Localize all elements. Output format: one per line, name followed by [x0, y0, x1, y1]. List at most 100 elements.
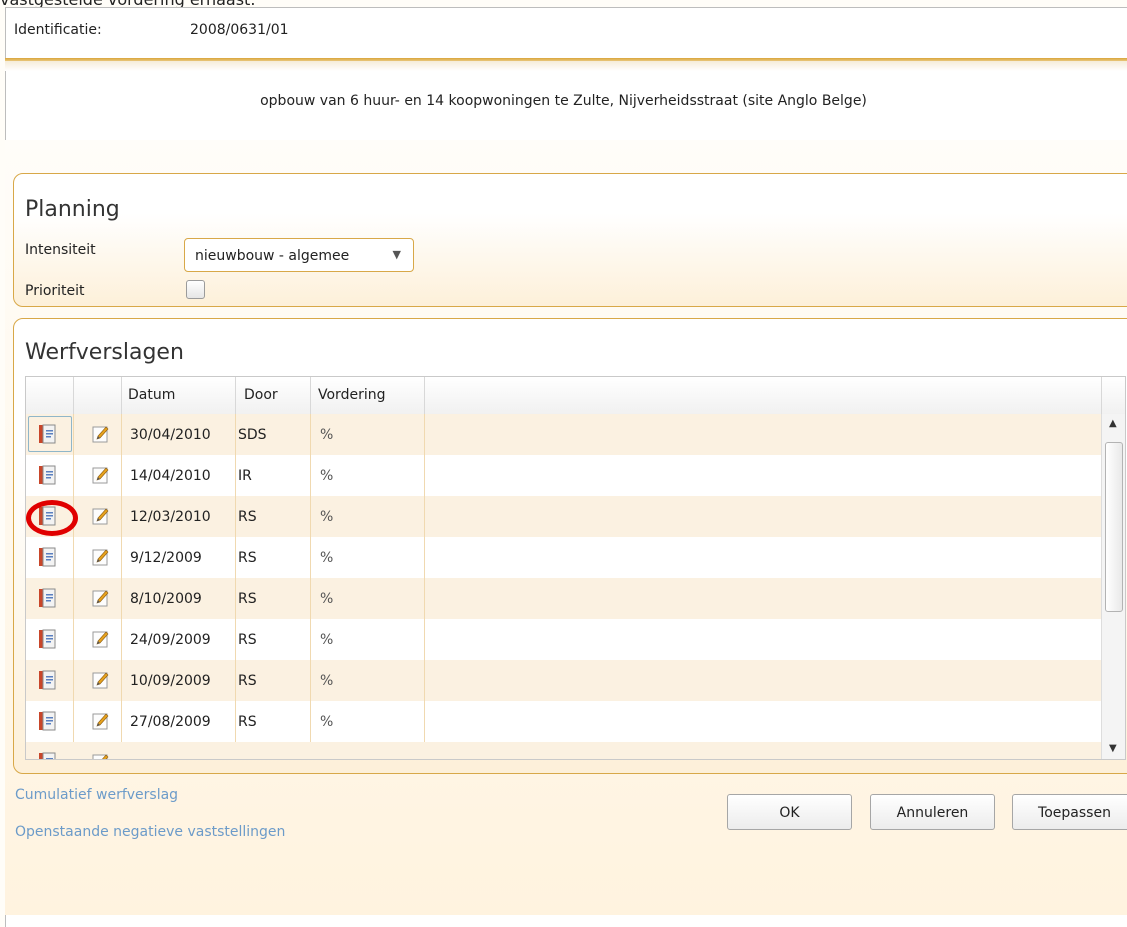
toepassen-button[interactable]: Toepassen	[1012, 794, 1127, 830]
intensiteit-value: nieuwbouw - algemee	[195, 248, 350, 264]
scroll-thumb[interactable]	[1105, 442, 1123, 612]
edit-note-icon[interactable]	[91, 711, 110, 731]
row-separator	[73, 455, 74, 496]
row-separator	[235, 537, 236, 578]
report-book-icon[interactable]	[38, 588, 57, 608]
cell-datum: 12/03/2010	[130, 509, 211, 525]
table-row[interactable]: 12/03/2010 RS%	[26, 496, 1101, 537]
edit-note-icon[interactable]	[91, 506, 110, 526]
intensiteit-label: Intensiteit	[25, 242, 96, 258]
grid-header: Datum Door Vordering	[26, 377, 1125, 415]
report-book-icon[interactable]	[38, 711, 57, 731]
chevron-down-icon: ▼	[392, 248, 401, 261]
row-separator	[424, 660, 425, 701]
row-separator	[73, 701, 74, 742]
row-separator	[121, 578, 122, 619]
table-row[interactable]: 9/12/2009 RS%	[26, 537, 1101, 578]
cell-door: RS	[238, 714, 257, 730]
project-description: opbouw van 6 huur- en 14 koopwoningen te…	[260, 93, 867, 109]
row-separator	[121, 537, 122, 578]
cell-datum: 9/12/2009	[130, 550, 202, 566]
annuleren-button[interactable]: Annuleren	[870, 794, 995, 830]
cell-door: RS	[238, 673, 257, 689]
edit-note-icon[interactable]	[91, 752, 110, 759]
cell-vordering: %	[320, 673, 334, 689]
cell-vordering: %	[320, 468, 334, 484]
report-book-icon[interactable]	[38, 465, 57, 485]
report-book-icon[interactable]	[38, 752, 57, 759]
row-separator	[424, 578, 425, 619]
header-separator	[424, 377, 425, 414]
werfverslagen-grid: Datum Door Vordering 30/04/2010 SDS% 14/04…	[25, 376, 1126, 760]
row-separator	[235, 496, 236, 537]
row-separator	[310, 660, 311, 701]
edit-note-icon[interactable]	[91, 424, 110, 444]
werfverslagen-title: Werfverslagen	[25, 340, 184, 365]
cell-datum: 14/04/2010	[130, 468, 211, 484]
row-separator	[121, 496, 122, 537]
scroll-down-arrow-icon[interactable]: ▼	[1109, 743, 1117, 754]
edit-note-icon[interactable]	[91, 465, 110, 485]
cell-vordering: %	[320, 714, 334, 730]
edit-note-icon[interactable]	[91, 588, 110, 608]
row-separator	[424, 537, 425, 578]
header-separator	[310, 377, 311, 414]
cell-vordering: %	[320, 509, 334, 525]
cell-door: IR	[238, 468, 252, 484]
scroll-up-arrow-icon[interactable]: ▲	[1109, 418, 1117, 429]
cell-datum: 30/04/2010	[130, 427, 211, 443]
table-row[interactable]: 24/09/2009 RS%	[26, 619, 1101, 660]
report-book-icon[interactable]	[38, 424, 57, 444]
row-separator	[424, 455, 425, 496]
edit-note-icon[interactable]	[91, 629, 110, 649]
row-separator	[310, 414, 311, 455]
table-row[interactable]: 10/09/2009 RS%	[26, 660, 1101, 701]
identification-value: 2008/0631/01	[190, 22, 289, 38]
header-separator	[1101, 377, 1102, 414]
edit-note-icon[interactable]	[91, 547, 110, 567]
cell-door: RS	[238, 550, 257, 566]
row-separator	[121, 455, 122, 496]
row-separator	[121, 660, 122, 701]
intensiteit-dropdown[interactable]: nieuwbouw - algemee ▼	[184, 238, 414, 272]
row-separator	[310, 537, 311, 578]
edit-note-icon[interactable]	[91, 670, 110, 690]
cell-vordering: %	[320, 591, 334, 607]
cell-vordering: %	[320, 632, 334, 648]
cell-datum: 10/09/2009	[130, 673, 211, 689]
planning-panel	[13, 173, 1127, 307]
row-separator	[424, 701, 425, 742]
table-row[interactable]: 14/04/2010 IR%	[26, 455, 1101, 496]
header-separator	[73, 377, 74, 414]
cell-datum: 27/08/2009	[130, 714, 211, 730]
row-separator	[310, 619, 311, 660]
highlight-circle-annotation	[26, 500, 78, 536]
column-header-vordering[interactable]: Vordering	[318, 387, 385, 403]
cell-datum: 8/10/2009	[130, 591, 202, 607]
row-separator	[73, 578, 74, 619]
column-header-door[interactable]: Door	[244, 387, 278, 403]
cell-door: RS	[238, 591, 257, 607]
report-book-icon[interactable]	[38, 547, 57, 567]
table-row[interactable]	[26, 742, 1101, 759]
row-separator	[73, 619, 74, 660]
table-row[interactable]: 27/08/2009 RS%	[26, 701, 1101, 742]
prioriteit-checkbox[interactable]	[186, 280, 205, 299]
ok-button[interactable]: OK	[727, 794, 852, 830]
table-row[interactable]: 30/04/2010 SDS%	[26, 414, 1101, 455]
row-separator	[424, 496, 425, 537]
cumulatief-werfverslag-link[interactable]: Cumulatief werfverslag	[15, 787, 178, 803]
openstaande-vaststellingen-link[interactable]: Openstaande negatieve vaststellingen	[15, 824, 285, 840]
cell-door: RS	[238, 632, 257, 648]
cell-datum: 24/09/2009	[130, 632, 211, 648]
row-separator	[121, 414, 122, 455]
cell-door: SDS	[238, 427, 267, 443]
grid-scrollbar[interactable]: ▲ ▼	[1101, 414, 1125, 759]
cell-door: RS	[238, 509, 257, 525]
report-book-icon[interactable]	[38, 670, 57, 690]
column-header-datum[interactable]: Datum	[128, 387, 175, 403]
table-row[interactable]: 8/10/2009 RS%	[26, 578, 1101, 619]
row-separator	[121, 619, 122, 660]
report-book-icon[interactable]	[38, 629, 57, 649]
header-divider-shadow	[5, 61, 1127, 71]
